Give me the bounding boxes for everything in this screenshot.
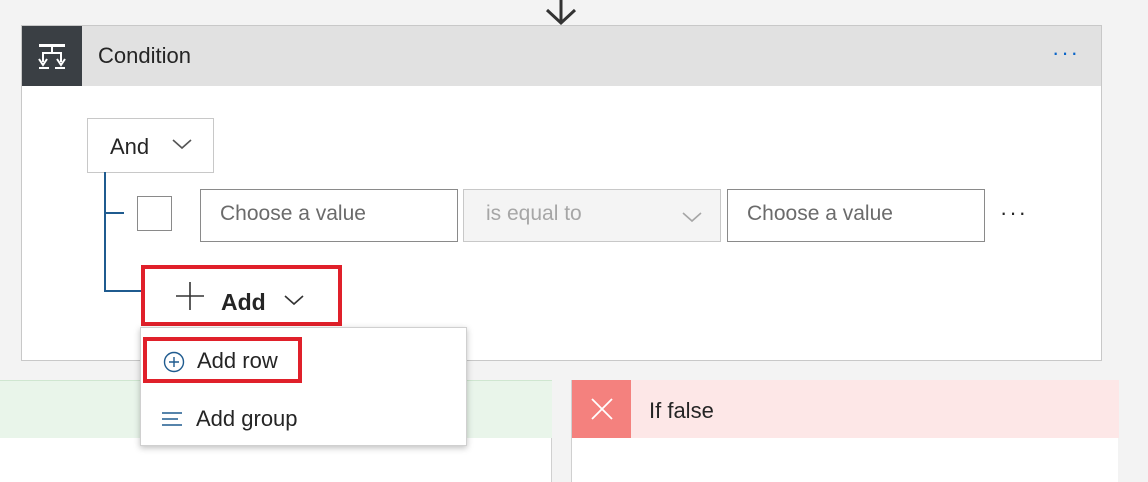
- condition-icon: [22, 26, 82, 86]
- chevron-down-icon: [284, 295, 304, 306]
- group-operator-label: And: [110, 134, 150, 159]
- right-value-input[interactable]: Choose a value: [727, 189, 985, 242]
- comparison-operator-dropdown[interactable]: is equal to: [463, 189, 721, 242]
- add-group-label: Add group: [196, 406, 298, 431]
- row-more-button[interactable]: ···: [1000, 200, 1028, 226]
- left-value-input[interactable]: Choose a value: [200, 189, 458, 242]
- group-operator-dropdown[interactable]: And: [87, 118, 214, 173]
- add-group-menu-item[interactable]: Add group: [141, 396, 466, 442]
- tree-branch: [104, 212, 124, 214]
- condition-card: Condition ··· And Choose a value is equa…: [21, 25, 1102, 361]
- close-icon: [572, 380, 631, 438]
- plus-icon: [176, 282, 204, 310]
- row-select-checkbox[interactable]: [137, 196, 172, 231]
- if-false-label: If false: [649, 398, 714, 423]
- comparison-operator-label: is equal to: [486, 202, 582, 225]
- chevron-down-icon: [682, 212, 702, 223]
- chevron-down-icon: [172, 139, 192, 150]
- condition-more-button[interactable]: ···: [1052, 40, 1080, 66]
- add-menu: Add row Add group: [140, 327, 467, 446]
- add-button-label: Add: [221, 289, 266, 315]
- add-row-menu-item[interactable]: Add row: [143, 337, 302, 383]
- condition-title: Condition: [98, 43, 191, 68]
- down-arrow-icon: [545, 0, 577, 26]
- add-row-label: Add row: [197, 348, 278, 373]
- condition-header[interactable]: Condition ···: [22, 26, 1101, 86]
- tree-branch: [104, 290, 142, 292]
- if-false-branch: If false: [571, 380, 1119, 482]
- add-button[interactable]: Add: [141, 265, 342, 326]
- if-false-header[interactable]: If false: [572, 380, 1119, 438]
- lines-icon: [162, 412, 182, 426]
- tree-line: [104, 172, 106, 292]
- plus-circle-icon: [163, 351, 185, 373]
